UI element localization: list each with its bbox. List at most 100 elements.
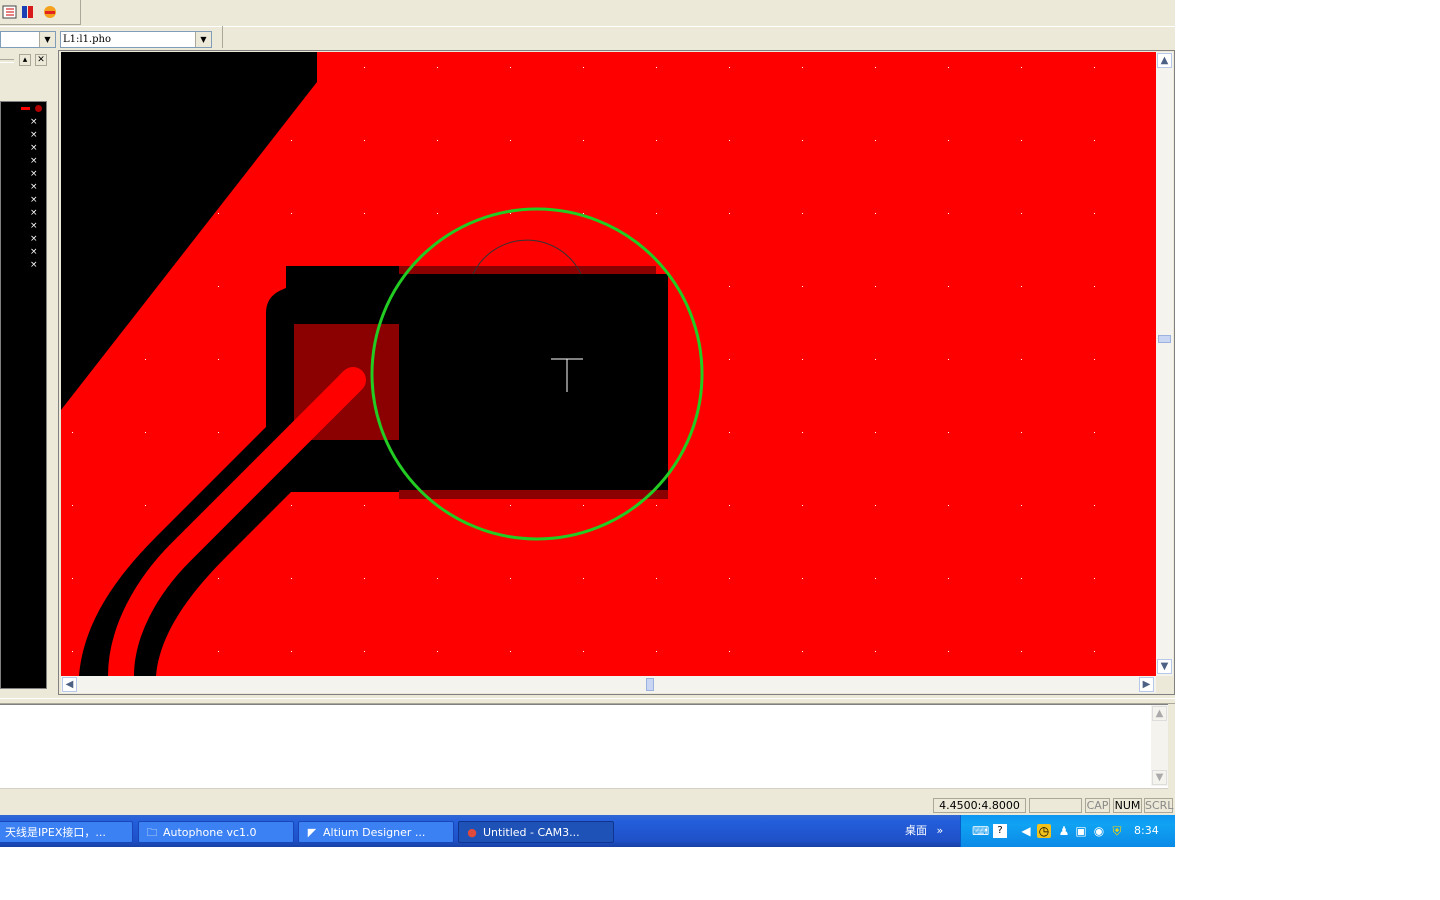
vertical-scroll-thumb[interactable] bbox=[1158, 335, 1171, 343]
update-icon[interactable]: ◉ bbox=[1092, 824, 1106, 838]
layer-visibility-toggle[interactable]: × bbox=[30, 247, 38, 257]
layer-visibility-toggle[interactable]: × bbox=[30, 182, 38, 192]
grid-dot bbox=[656, 213, 657, 214]
grid-dot bbox=[72, 578, 73, 579]
layer-select[interactable]: L1:l1.pho ▼ bbox=[60, 31, 212, 48]
pcb-canvas[interactable] bbox=[61, 52, 1156, 676]
layer-visibility-toggle[interactable]: × bbox=[30, 221, 38, 231]
grid-dot bbox=[729, 286, 730, 287]
grid-dot bbox=[510, 578, 511, 579]
horizontal-scroll-thumb[interactable] bbox=[646, 678, 654, 691]
layer-visibility-toggle[interactable]: × bbox=[30, 260, 38, 270]
grid-dot bbox=[218, 359, 219, 360]
grid-dot bbox=[729, 67, 730, 68]
layer-icon[interactable] bbox=[20, 4, 36, 20]
grip-handle[interactable] bbox=[0, 59, 14, 63]
grid-dot bbox=[1094, 432, 1095, 433]
grid-dot bbox=[72, 651, 73, 652]
scroll-up-icon[interactable]: ▲ bbox=[1152, 706, 1167, 721]
grid-dot bbox=[656, 651, 657, 652]
scroll-left-icon[interactable]: ◀ bbox=[62, 677, 77, 692]
grid-dot bbox=[364, 213, 365, 214]
horizontal-scrollbar[interactable]: ◀ ▶ bbox=[61, 676, 1156, 693]
grid-dot bbox=[1021, 505, 1022, 506]
scroll-up-icon[interactable]: ▲ bbox=[1157, 53, 1172, 68]
grid-dot bbox=[948, 213, 949, 214]
taskbar-item-document[interactable]: 天线是IPEX接口，... bbox=[0, 821, 133, 843]
output-scrollbar[interactable]: ▲ ▼ bbox=[1151, 705, 1168, 786]
grid-dot bbox=[583, 578, 584, 579]
shield-icon[interactable]: ⛨ bbox=[1110, 824, 1124, 838]
pad-edge-top bbox=[399, 266, 656, 274]
connector-body bbox=[399, 274, 668, 490]
grid-icon[interactable] bbox=[2, 4, 18, 20]
system-clock[interactable]: 8:34 bbox=[1134, 815, 1159, 847]
grid-dot bbox=[218, 578, 219, 579]
network-icon[interactable]: ▣ bbox=[1074, 824, 1088, 838]
collapse-tray-icon[interactable]: ◀ bbox=[1019, 824, 1033, 838]
output-pane[interactable] bbox=[0, 704, 1168, 789]
scroll-down-icon[interactable]: ▼ bbox=[1157, 659, 1172, 674]
grid-dot bbox=[583, 505, 584, 506]
chevron-down-icon[interactable]: ▼ bbox=[195, 32, 211, 47]
grid-dot bbox=[437, 578, 438, 579]
grid-dot bbox=[583, 140, 584, 141]
taskbar-item-cam[interactable]: ● Untitled - CAM3... bbox=[458, 821, 614, 843]
grid-dot bbox=[875, 359, 876, 360]
grid-dot bbox=[510, 651, 511, 652]
layer-visibility-toggle[interactable]: × bbox=[30, 195, 38, 205]
scroll-down-icon[interactable]: ▼ bbox=[1152, 770, 1167, 785]
help-icon[interactable]: ? bbox=[993, 824, 1007, 838]
color-icon[interactable] bbox=[42, 4, 58, 20]
grid-dot bbox=[875, 67, 876, 68]
minimize-icon[interactable]: ▴ bbox=[19, 54, 31, 66]
layer-visibility-toggle[interactable]: × bbox=[30, 169, 38, 179]
layer-color-swatch[interactable] bbox=[21, 107, 30, 110]
grid-dot bbox=[802, 213, 803, 214]
grid-dot bbox=[364, 505, 365, 506]
layer-visibility-toggle[interactable]: × bbox=[30, 234, 38, 244]
grid-dot bbox=[948, 432, 949, 433]
layer-visibility-toggle[interactable]: × bbox=[30, 208, 38, 218]
grid-dot bbox=[729, 213, 730, 214]
grid-dot bbox=[875, 432, 876, 433]
grid-dot bbox=[291, 578, 292, 579]
grid-dot bbox=[1021, 359, 1022, 360]
clock-app-icon[interactable]: ◷ bbox=[1037, 824, 1051, 838]
layer-visibility-toggle[interactable]: × bbox=[30, 130, 38, 140]
view-select[interactable]: ▼ bbox=[0, 31, 56, 48]
vertical-scrollbar[interactable]: ▲ ▼ bbox=[1156, 52, 1173, 676]
close-icon[interactable]: ✕ bbox=[35, 54, 47, 66]
grid-dot bbox=[145, 359, 146, 360]
status-bar: 4.4500:4.8000 CAP NUM SCRL bbox=[0, 795, 1175, 815]
grid-dot bbox=[948, 286, 949, 287]
pad-edge-bottom bbox=[399, 490, 668, 499]
taskbar-item-folder[interactable]: 🗀 Autophone vc1.0 bbox=[138, 821, 294, 843]
chevron-down-icon[interactable]: ▼ bbox=[39, 32, 55, 47]
scroll-right-icon[interactable]: ▶ bbox=[1139, 677, 1154, 692]
grid-dot bbox=[802, 578, 803, 579]
grid-dot bbox=[729, 505, 730, 506]
desktop-toolbar[interactable]: 桌面 » bbox=[905, 815, 943, 847]
keyboard-icon[interactable]: ⌨ bbox=[972, 824, 989, 838]
grid-dot bbox=[1094, 286, 1095, 287]
more-chevron-icon[interactable]: » bbox=[937, 824, 944, 837]
layer-list[interactable]: × × × × × × × × × × × × bbox=[0, 101, 47, 689]
layer-visibility-toggle[interactable]: × bbox=[30, 143, 38, 153]
grid-dot bbox=[656, 67, 657, 68]
grid-dot bbox=[291, 213, 292, 214]
user-icon[interactable]: ♟ bbox=[1057, 824, 1071, 838]
grid-dot bbox=[583, 67, 584, 68]
grid-dot bbox=[510, 213, 511, 214]
taskbar-item-altium[interactable]: ◤ Altium Designer ... bbox=[298, 821, 454, 843]
grid-dot bbox=[218, 432, 219, 433]
grid-dot bbox=[656, 140, 657, 141]
altium-icon: ◤ bbox=[307, 826, 317, 839]
grid-dot bbox=[218, 651, 219, 652]
layer-select-value: L1:l1.pho bbox=[63, 34, 111, 45]
layer-visibility-toggle[interactable]: × bbox=[30, 117, 38, 127]
grid-dot bbox=[1021, 213, 1022, 214]
num-lock-indicator: NUM bbox=[1113, 798, 1142, 813]
layer-visibility-toggle[interactable]: × bbox=[30, 156, 38, 166]
grid-dot bbox=[729, 140, 730, 141]
